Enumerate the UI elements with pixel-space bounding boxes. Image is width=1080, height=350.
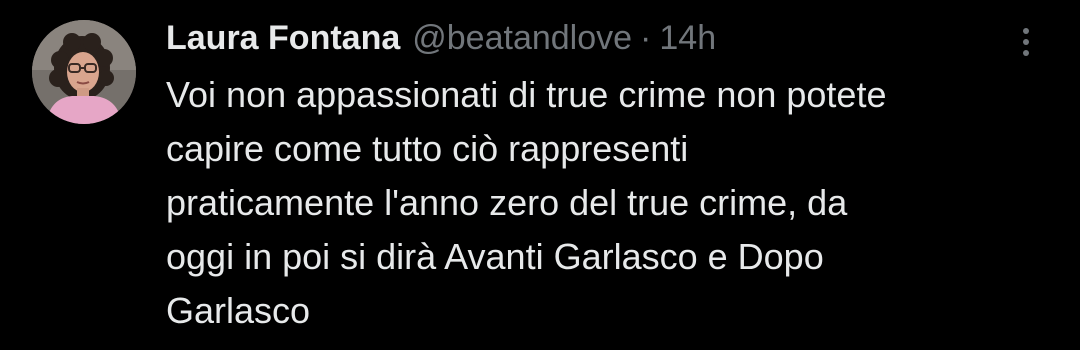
author-display-name[interactable]: Laura Fontana [166, 14, 400, 62]
tweet-text-line: oggi in poi si dirà Avanti Garlasco e Do… [166, 236, 824, 277]
more-options-button[interactable] [1008, 20, 1044, 60]
tweet-text: Voi non appassionati di true crime non p… [166, 68, 1046, 338]
tweet-text-line: praticamente l'anno zero del true crime,… [166, 182, 848, 223]
tweet-text-line: Voi non appassionati di true crime non p… [166, 74, 887, 115]
profile-photo-icon [32, 20, 136, 124]
tweet-timestamp[interactable]: 14h [659, 14, 716, 62]
tweet-text-line: Garlasco [166, 290, 311, 331]
tweet-card[interactable]: Laura Fontana @beatandlove · 14h Voi non… [0, 0, 1080, 350]
tweet-text-line: capire come tutto ciò rappresenti [166, 128, 689, 169]
avatar[interactable] [32, 20, 136, 124]
author-handle[interactable]: @beatandlove [412, 14, 632, 62]
tweet-header: Laura Fontana @beatandlove · 14h [166, 14, 716, 62]
header-separator: · [640, 19, 652, 57]
